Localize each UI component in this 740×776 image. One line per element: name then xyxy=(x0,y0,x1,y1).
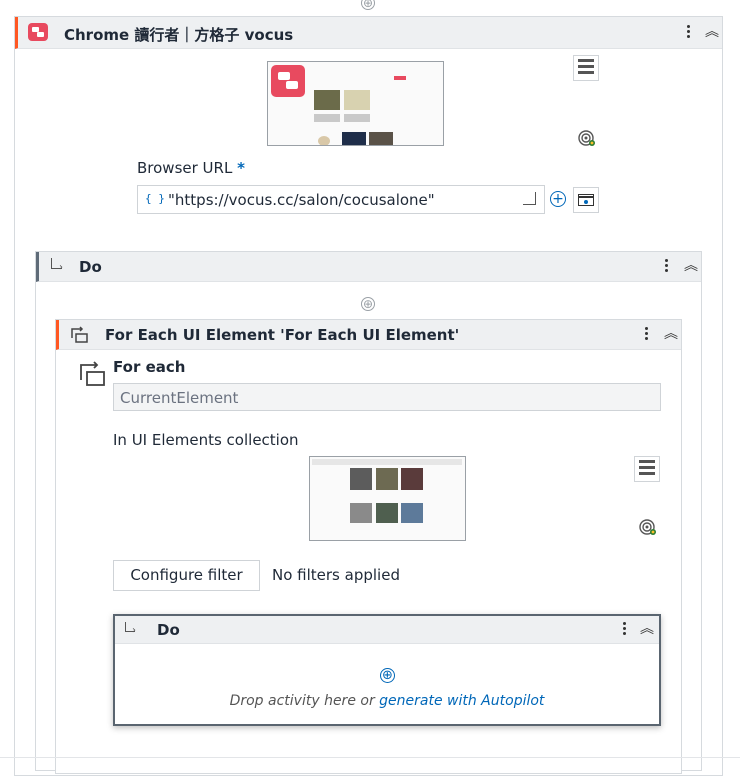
add-variable-icon[interactable]: + xyxy=(550,191,566,207)
inner-do-header[interactable]: › Do ︽ xyxy=(115,616,659,644)
expression-braces-icon: { } xyxy=(145,192,165,205)
kebab-menu-icon[interactable] xyxy=(683,23,693,43)
for-each-kebab-menu-icon[interactable] xyxy=(641,325,651,345)
collection-thumb-card-4 xyxy=(350,503,372,523)
thumb-card-7 xyxy=(318,136,330,145)
browser-url-value: "https://vocus.cc/salon/cocusalone" xyxy=(168,191,435,209)
collection-thumb-bar xyxy=(312,459,462,465)
target-element-icon[interactable] xyxy=(577,128,597,148)
thumb-card-3 xyxy=(314,114,340,122)
expand-editor-icon[interactable] xyxy=(523,192,536,205)
inner-do-sequence-card: › Do ︽ ⊕ Drop activity here or generate … xyxy=(113,614,661,726)
current-element-value: CurrentElement xyxy=(120,389,239,407)
browser-url-input[interactable]: { } "https://vocus.cc/salon/cocusalone" xyxy=(137,185,545,214)
filter-status-text: No filters applied xyxy=(272,566,400,584)
outer-options-menu-button[interactable] xyxy=(573,55,599,81)
browser-window-icon[interactable] xyxy=(573,187,599,213)
thumb-card-4 xyxy=(344,114,370,122)
top-add-activity-icon[interactable]: ⊕ xyxy=(361,0,375,10)
for-each-header[interactable]: For Each UI Element 'For Each UI Element… xyxy=(56,320,681,350)
configure-filter-button[interactable]: Configure filter xyxy=(113,560,260,591)
inner-sequence-arrowhead-icon: › xyxy=(132,625,136,636)
do-collapse-icon[interactable]: ︽ xyxy=(683,258,699,274)
collection-label: In UI Elements collection xyxy=(113,431,299,449)
collection-screenshot-thumbnail[interactable] xyxy=(309,456,466,541)
sequence-arrowhead-icon: › xyxy=(59,262,63,273)
collection-thumb-card-5 xyxy=(376,503,398,523)
inner-do-title: Do xyxy=(157,621,180,639)
thumb-app-logo xyxy=(271,65,305,97)
collection-thumb-card-1 xyxy=(350,468,372,490)
outer-activity-header[interactable]: Chrome 讀行者｜方格子 vocus ︽ xyxy=(15,17,722,49)
inner-do-kebab-menu-icon[interactable] xyxy=(619,620,629,640)
for-each-collapse-icon[interactable]: ︽ xyxy=(663,326,679,342)
collection-target-icon[interactable] xyxy=(638,517,658,537)
browser-url-label: Browser URL * xyxy=(137,159,245,177)
collection-thumb-card-2 xyxy=(376,468,398,490)
collection-thumb-card-3 xyxy=(401,468,423,490)
thumb-card-2 xyxy=(344,90,370,110)
inner-add-activity-icon[interactable]: ⊕ xyxy=(380,668,395,683)
bottom-divider xyxy=(0,757,740,758)
for-each-title: For Each UI Element 'For Each UI Element… xyxy=(105,326,460,344)
loop-icon xyxy=(71,326,88,343)
browser-screenshot-thumbnail[interactable] xyxy=(267,61,444,146)
thumb-card-1 xyxy=(314,90,340,110)
drop-activity-text: Drop activity here or xyxy=(229,693,375,709)
for-each-loop-icon xyxy=(80,361,105,386)
chevron-double-up-icon[interactable]: ︽ xyxy=(704,24,720,40)
inner-do-collapse-icon[interactable]: ︽ xyxy=(639,621,655,637)
do-add-activity-icon[interactable]: ⊕ xyxy=(361,297,375,311)
do-sequence-header[interactable]: › Do ︽ xyxy=(36,252,701,282)
outer-activity-title: Chrome 讀行者｜方格子 vocus xyxy=(64,26,294,44)
do-sequence-title: Do xyxy=(79,258,102,276)
generate-autopilot-link[interactable]: generate with Autopilot xyxy=(379,693,544,709)
for-each-label: For each xyxy=(113,358,186,376)
thumb-card-5 xyxy=(342,132,366,145)
required-asterisk: * xyxy=(237,159,245,177)
thumb-card-6 xyxy=(369,132,393,145)
chrome-app-icon xyxy=(28,23,48,41)
thumb-red-tag xyxy=(394,76,406,80)
collection-options-menu-button[interactable] xyxy=(634,456,660,482)
do-kebab-menu-icon[interactable] xyxy=(661,257,671,277)
collection-thumb-card-6 xyxy=(401,503,423,523)
drop-zone-text: Drop activity here or generate with Auto… xyxy=(115,693,659,709)
current-element-input[interactable]: CurrentElement xyxy=(113,383,661,411)
